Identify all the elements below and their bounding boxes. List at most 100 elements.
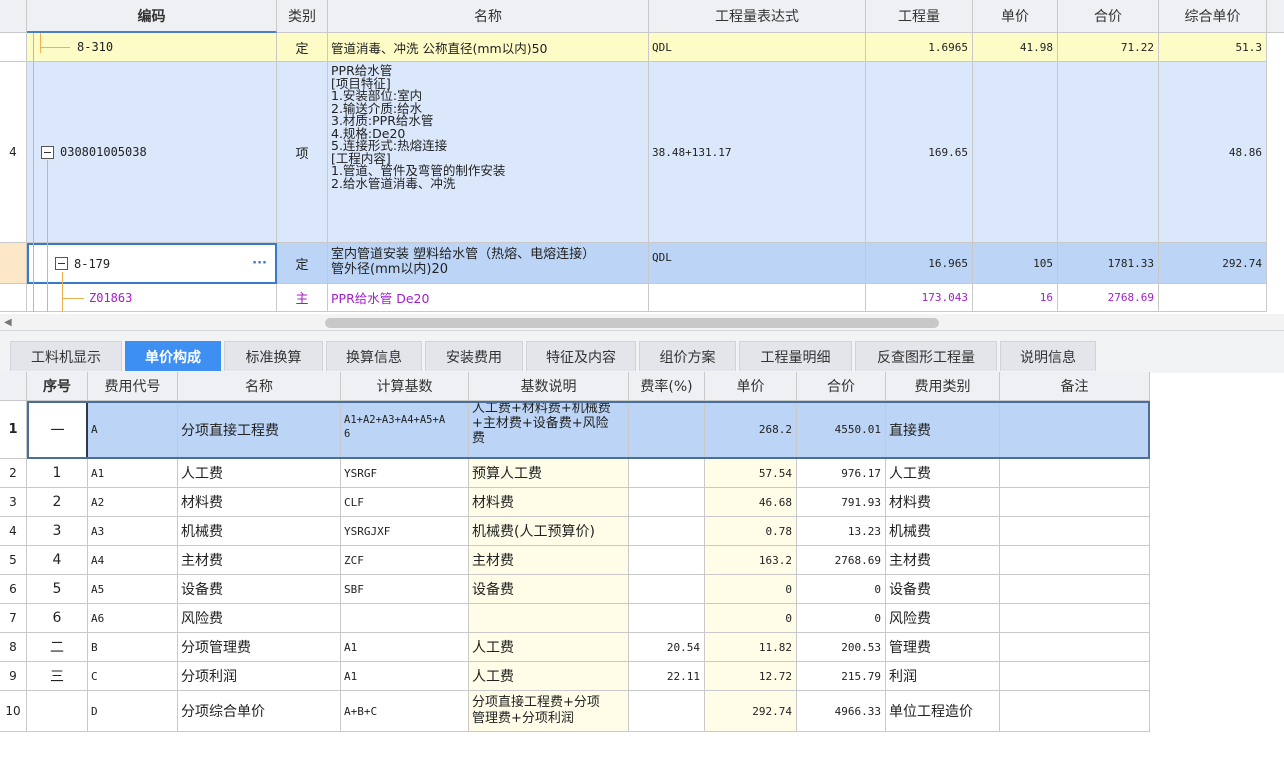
row-name[interactable]: 分项直接工程费 bbox=[178, 401, 341, 459]
row-rate[interactable] bbox=[629, 546, 705, 575]
row-type[interactable]: 定 bbox=[277, 243, 328, 284]
column-header-name[interactable]: 名称 bbox=[178, 372, 341, 401]
row-unit-price[interactable] bbox=[1159, 284, 1267, 312]
column-header-price[interactable]: 单价 bbox=[705, 372, 797, 401]
row-note[interactable] bbox=[1000, 488, 1150, 517]
column-header-fee-code[interactable]: 费用代号 bbox=[88, 372, 178, 401]
row-expression[interactable]: 38.48+131.17 bbox=[649, 62, 866, 243]
row-total[interactable]: 200.53 bbox=[797, 633, 886, 662]
row-note[interactable] bbox=[1000, 691, 1150, 732]
tab-features-content[interactable]: 特征及内容 bbox=[526, 341, 636, 371]
row-expression[interactable]: QDL bbox=[649, 33, 866, 62]
column-header-total[interactable]: 合价 bbox=[1058, 0, 1159, 33]
row-base[interactable]: CLF bbox=[341, 488, 469, 517]
row-seq[interactable]: 4 bbox=[27, 546, 88, 575]
tab-reverse-graphic-quantity[interactable]: 反查图形工程量 bbox=[855, 341, 997, 371]
row-quantity[interactable]: 1.6965 bbox=[866, 33, 973, 62]
tab-unit-price-composition[interactable]: 单价构成 bbox=[125, 341, 221, 371]
row-seq[interactable]: 3 bbox=[27, 517, 88, 546]
row-name[interactable]: 设备费 bbox=[178, 575, 341, 604]
column-header-note[interactable]: 备注 bbox=[1000, 372, 1150, 401]
row-price[interactable]: 12.72 bbox=[705, 662, 797, 691]
row-total[interactable]: 2768.69 bbox=[1058, 284, 1159, 312]
row-category[interactable]: 单位工程造价 bbox=[886, 691, 1000, 732]
row-base-desc[interactable] bbox=[469, 604, 629, 633]
row-base[interactable]: A1+A2+A3+A4+A5+A 6 bbox=[341, 401, 469, 459]
row-price[interactable]: 41.98 bbox=[973, 33, 1058, 62]
row-seq[interactable]: 一 bbox=[27, 401, 88, 459]
row-rate[interactable] bbox=[629, 691, 705, 732]
row-name[interactable]: 材料费 bbox=[178, 488, 341, 517]
row-base[interactable]: A1 bbox=[341, 633, 469, 662]
row-expression[interactable] bbox=[649, 284, 866, 312]
row-seq[interactable]: 1 bbox=[27, 459, 88, 488]
row-category[interactable]: 利润 bbox=[886, 662, 1000, 691]
row-total[interactable]: 791.93 bbox=[797, 488, 886, 517]
row-category[interactable]: 主材费 bbox=[886, 546, 1000, 575]
row-rate[interactable] bbox=[629, 575, 705, 604]
row-category[interactable]: 人工费 bbox=[886, 459, 1000, 488]
row-name[interactable]: 分项管理费 bbox=[178, 633, 341, 662]
row-fee-code[interactable]: A3 bbox=[88, 517, 178, 546]
row-fee-code[interactable]: A5 bbox=[88, 575, 178, 604]
row-base[interactable]: YSRGJXF bbox=[341, 517, 469, 546]
row-seq[interactable]: 2 bbox=[27, 488, 88, 517]
row-total[interactable]: 215.79 bbox=[797, 662, 886, 691]
row-note[interactable] bbox=[1000, 546, 1150, 575]
row-rate[interactable] bbox=[629, 604, 705, 633]
scrollbar-thumb[interactable] bbox=[325, 318, 939, 328]
tab-standard-conversion[interactable]: 标准换算 bbox=[224, 341, 323, 371]
column-header-type[interactable]: 类别 bbox=[277, 0, 328, 33]
tab-pricing-scheme[interactable]: 组价方案 bbox=[639, 341, 736, 371]
row-base[interactable]: SBF bbox=[341, 575, 469, 604]
row-price[interactable]: 11.82 bbox=[705, 633, 797, 662]
row-price[interactable]: 0 bbox=[705, 575, 797, 604]
row-name[interactable]: 分项利润 bbox=[178, 662, 341, 691]
row-fee-code[interactable]: A4 bbox=[88, 546, 178, 575]
row-price[interactable]: 0 bbox=[705, 604, 797, 633]
row-base-desc[interactable]: 预算人工费 bbox=[469, 459, 629, 488]
row-fee-code[interactable]: C bbox=[88, 662, 178, 691]
column-header-rate[interactable]: 费率(%) bbox=[629, 372, 705, 401]
tab-labor-material-machine[interactable]: 工料机显示 bbox=[10, 341, 122, 371]
row-rate[interactable]: 20.54 bbox=[629, 633, 705, 662]
row-total[interactable]: 2768.69 bbox=[797, 546, 886, 575]
row-seq[interactable]: 6 bbox=[27, 604, 88, 633]
column-header-category[interactable]: 费用类别 bbox=[886, 372, 1000, 401]
row-category[interactable]: 材料费 bbox=[886, 488, 1000, 517]
row-price[interactable]: 16 bbox=[973, 284, 1058, 312]
row-base-desc[interactable]: 人工费 bbox=[469, 633, 629, 662]
row-note[interactable] bbox=[1000, 459, 1150, 488]
row-total[interactable]: 13.23 bbox=[797, 517, 886, 546]
row-price[interactable] bbox=[973, 62, 1058, 243]
row-name[interactable]: 人工费 bbox=[178, 459, 341, 488]
row-note[interactable] bbox=[1000, 633, 1150, 662]
row-base-desc[interactable]: 主材费 bbox=[469, 546, 629, 575]
row-rate[interactable]: 22.11 bbox=[629, 662, 705, 691]
row-name[interactable]: 机械费 bbox=[178, 517, 341, 546]
row-fee-code[interactable]: D bbox=[88, 691, 178, 732]
row-base[interactable]: A1 bbox=[341, 662, 469, 691]
row-type[interactable]: 定 bbox=[277, 33, 328, 62]
row-unit-price[interactable]: 292.74 bbox=[1159, 243, 1267, 284]
row-total[interactable]: 0 bbox=[797, 604, 886, 633]
row-rate[interactable] bbox=[629, 459, 705, 488]
row-base-desc[interactable]: 人工费+材料费+机械费 +主材费+设备费+风险 费 bbox=[469, 401, 629, 459]
row-fee-code[interactable]: A1 bbox=[88, 459, 178, 488]
row-quantity[interactable]: 169.65 bbox=[866, 62, 973, 243]
row-price[interactable]: 46.68 bbox=[705, 488, 797, 517]
row-total[interactable]: 4550.01 bbox=[797, 401, 886, 459]
row-note[interactable] bbox=[1000, 662, 1150, 691]
row-category[interactable]: 直接费 bbox=[886, 401, 1000, 459]
row-base[interactable]: A+B+C bbox=[341, 691, 469, 732]
row-rate[interactable] bbox=[629, 517, 705, 546]
row-fee-code[interactable]: B bbox=[88, 633, 178, 662]
row-price[interactable]: 292.74 bbox=[705, 691, 797, 732]
row-fee-code[interactable]: A2 bbox=[88, 488, 178, 517]
tab-installation-fee[interactable]: 安装费用 bbox=[425, 341, 523, 371]
column-header-seq[interactable]: 序号 bbox=[27, 372, 88, 401]
horizontal-scrollbar[interactable]: ◀ bbox=[0, 314, 1284, 331]
row-total[interactable]: 71.22 bbox=[1058, 33, 1159, 62]
row-seq[interactable]: 二 bbox=[27, 633, 88, 662]
row-unit-price[interactable]: 48.86 bbox=[1159, 62, 1267, 243]
